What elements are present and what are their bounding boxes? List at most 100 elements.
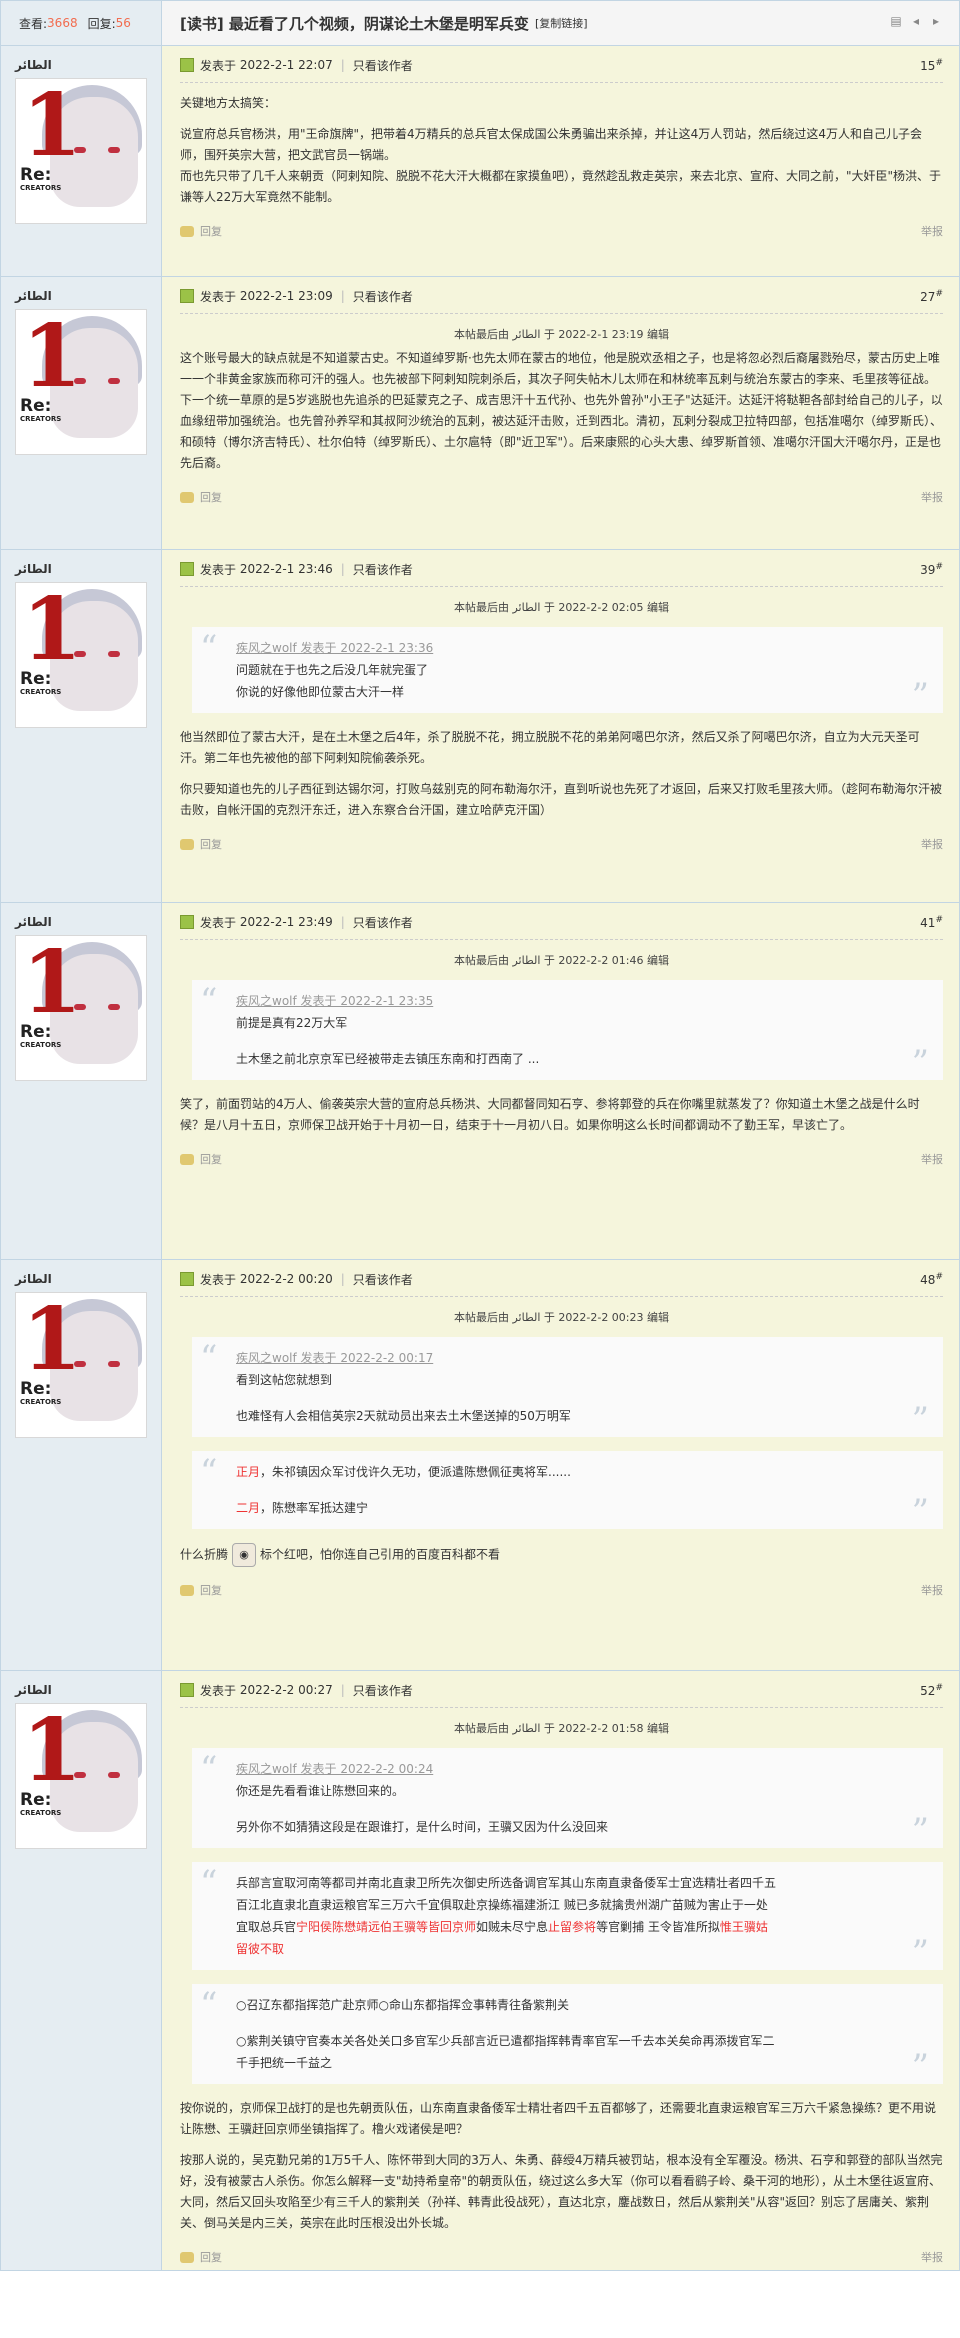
avatar[interactable]: 1 Re: CREATORS xyxy=(15,309,147,455)
report-link[interactable]: 举报 xyxy=(921,2249,943,2265)
reply-button[interactable]: 回复 xyxy=(180,2249,222,2265)
reply-button[interactable]: 回复 xyxy=(180,1582,222,1598)
separator: | xyxy=(340,1272,345,1286)
report-link[interactable]: 举报 xyxy=(921,1151,943,1167)
username[interactable]: الطائر xyxy=(15,58,161,72)
report-link[interactable]: 举报 xyxy=(921,1582,943,1598)
post-author-panel: الطائر 1 Re: CREATORS xyxy=(1,550,162,902)
post-footer: 回复 举报 xyxy=(180,1146,943,1172)
avatar-eye xyxy=(108,651,120,657)
only-author-link[interactable]: 只看该作者 xyxy=(353,1682,413,1699)
post-meta: 发表于 2022-2-1 23:46 | 只看该作者 39# xyxy=(180,560,943,587)
only-author-link[interactable]: 只看该作者 xyxy=(353,1271,413,1288)
quote-block: “ ○召辽东都指挥范广赴京师○命山东都指挥佥事韩青往备紫荆关 ○紫荆关镇守官奏本关各… xyxy=(192,1984,943,2084)
report-link[interactable]: 举报 xyxy=(921,489,943,505)
prev-thread-icon[interactable]: ◂ xyxy=(909,15,923,27)
reply-icon xyxy=(180,225,194,237)
views-label: 查看: xyxy=(19,16,48,31)
quote-line: ○召辽东都指挥范广赴京师○命山东都指挥佥事韩青往备紫荆关 xyxy=(236,1998,569,2012)
paragraph: 按你说的，京师保卫战打的是也先朝贡队伍，山东南直隶备倭军士精壮者四千五百都够了，… xyxy=(180,2101,937,2136)
post-footer: 回复 举报 xyxy=(180,831,943,857)
only-author-link[interactable]: 只看该作者 xyxy=(353,288,413,305)
quote-block: “ 疾风之wolf 发表于 2022-2-1 23:35 前提是真有22万大军 土木堡… xyxy=(192,980,943,1080)
open-quote-icon: “ xyxy=(200,1749,218,1789)
quote-author-link[interactable]: 疾风之wolf 发表于 2022-2-1 23:35 xyxy=(236,990,883,1012)
quote-line: 你还是先看看谁让陈懋回来的。 xyxy=(236,1784,405,1798)
text-span: 什么折腾 xyxy=(180,1547,229,1562)
username[interactable]: الطائر xyxy=(15,915,161,929)
floor-value: 52 xyxy=(920,1683,936,1698)
floor-number[interactable]: 41# xyxy=(920,915,943,930)
avatar[interactable]: 1 Re: CREATORS xyxy=(15,582,147,728)
avatar-creators: CREATORS xyxy=(20,1809,62,1817)
floor-hash: # xyxy=(935,1682,943,1693)
post: الطائر 1 Re: CREATORS 发表于 2022-2-2 00:20 | 只看该… xyxy=(1,1260,959,1671)
reply-button[interactable]: 回复 xyxy=(180,1151,222,1167)
floor-value: 27 xyxy=(920,289,936,304)
post-time: 2022-2-2 00:20 xyxy=(239,1272,333,1286)
post: الطائر 1 Re: CREATORS 发表于 2022-2-1 23:09 | 只看该… xyxy=(1,277,959,550)
quote-author-link[interactable]: 疾风之wolf 发表于 2022-2-2 00:17 xyxy=(236,1347,883,1369)
reply-button[interactable]: 回复 xyxy=(180,223,222,239)
avatar[interactable]: 1 Re: CREATORS xyxy=(15,1292,147,1438)
quote-block: “ 兵部言宣取河南等都司并南北直隶卫所先次御史所选备调官军其山东南直隶备倭军士宜选… xyxy=(192,1862,943,1970)
next-thread-icon[interactable]: ▸ xyxy=(929,15,943,27)
username[interactable]: الطائر xyxy=(15,1683,161,1697)
post-list: الطائر 1 Re: CREATORS 发表于 2022-2-1 22:07 | 只看该… xyxy=(1,46,959,2270)
reply-icon xyxy=(180,1584,194,1596)
reply-icon xyxy=(180,1153,194,1165)
username[interactable]: الطائر xyxy=(15,562,161,576)
report-link[interactable]: 举报 xyxy=(921,223,943,239)
post-footer: 回复 举报 xyxy=(180,1577,943,1603)
post-body: 发表于 2022-2-1 23:09 | 只看该作者 27# 本帖最后由 الطائر … xyxy=(162,277,959,549)
paragraph: 关键地方太搞笑： xyxy=(180,96,277,110)
quote-block: “ 正月，朱祁镇因众军讨伐许久无功，便派遣陈懋佩征夷将军...... 二月，陈懋率军… xyxy=(192,1451,943,1529)
highlight-text: 宁阳侯陈懋靖远伯王骥等皆回京师 xyxy=(296,1920,477,1934)
post-author-panel: الطائر 1 Re: CREATORS xyxy=(1,1260,162,1670)
quote-author-link[interactable]: 疾风之wolf 发表于 2022-2-2 00:24 xyxy=(236,1758,883,1780)
floor-hash: # xyxy=(935,57,943,68)
copy-link-button[interactable]: [复制链接] xyxy=(535,15,588,31)
only-author-link[interactable]: 只看该作者 xyxy=(353,914,413,931)
posted-prefix: 发表于 xyxy=(200,289,237,304)
quote-line: 留彼不取 xyxy=(236,1938,883,1960)
post-footer: 回复 举报 xyxy=(180,484,943,510)
highlight-text: 二月 xyxy=(236,1501,261,1515)
separator: | xyxy=(340,562,345,576)
reply-icon xyxy=(180,2251,194,2263)
avatar[interactable]: 1 Re: CREATORS xyxy=(15,78,147,224)
post-content: 关键地方太搞笑： 说宣府总兵官杨洪，用"王命旗牌"，把带着4万精兵的总兵官太保成国… xyxy=(180,93,943,208)
quote-author-link[interactable]: 疾风之wolf 发表于 2022-2-1 23:36 xyxy=(236,637,883,659)
post-body: 发表于 2022-2-2 00:27 | 只看该作者 52# 本帖最后由 الطائر … xyxy=(162,1671,959,2270)
avatar[interactable]: 1 Re: CREATORS xyxy=(15,1703,147,1849)
open-quote-icon: “ xyxy=(200,628,218,668)
floor-number[interactable]: 52# xyxy=(920,1683,943,1698)
floor-number[interactable]: 39# xyxy=(920,562,943,577)
only-author-link[interactable]: 只看该作者 xyxy=(353,57,413,74)
avatar-one: 1 xyxy=(22,309,82,407)
floor-value: 15 xyxy=(920,58,936,73)
post-content: 这个账号最大的缺点就是不知道蒙古史。不知道绰罗斯·也先太师在蒙古的地位，他是脱欢… xyxy=(180,348,943,474)
avatar-one: 1 xyxy=(22,78,82,176)
paragraph: 什么折腾 ◉ 标个红吧，怕你连自己引用的百度百科都不看 xyxy=(180,1543,943,1567)
avatar[interactable]: 1 Re: CREATORS xyxy=(15,935,147,1081)
username[interactable]: الطائر xyxy=(15,1272,161,1286)
avatar-eye xyxy=(108,147,120,153)
quote-line: 也难怪有人会相信英宗2天就动员出来去土木堡送掉的50万明军 xyxy=(236,1409,571,1423)
avatar-eye xyxy=(108,378,120,384)
floor-number[interactable]: 27# xyxy=(920,289,943,304)
avatar-one: 1 xyxy=(22,582,82,680)
print-icon[interactable]: ▤ xyxy=(889,15,903,27)
report-link[interactable]: 举报 xyxy=(921,836,943,852)
reply-button[interactable]: 回复 xyxy=(180,489,222,505)
edited-notice: 本帖最后由 الطائر 于 2022-2-1 23:19 编辑 xyxy=(453,328,670,341)
username[interactable]: الطائر xyxy=(15,289,161,303)
only-author-link[interactable]: 只看该作者 xyxy=(353,561,413,578)
separator: | xyxy=(340,1683,345,1697)
floor-number[interactable]: 15# xyxy=(920,58,943,73)
paragraph: 笑了，前面罚站的4万人、偷袭英宗大营的宣府总兵杨洪、大同都督同知石亨、参将郭登的… xyxy=(180,1097,920,1132)
floor-number[interactable]: 48# xyxy=(920,1272,943,1287)
thread-stats: 查看: 3668 回复: 56 xyxy=(1,1,162,45)
quote-line: 看到这帖您就想到 xyxy=(236,1373,333,1387)
reply-button[interactable]: 回复 xyxy=(180,836,222,852)
